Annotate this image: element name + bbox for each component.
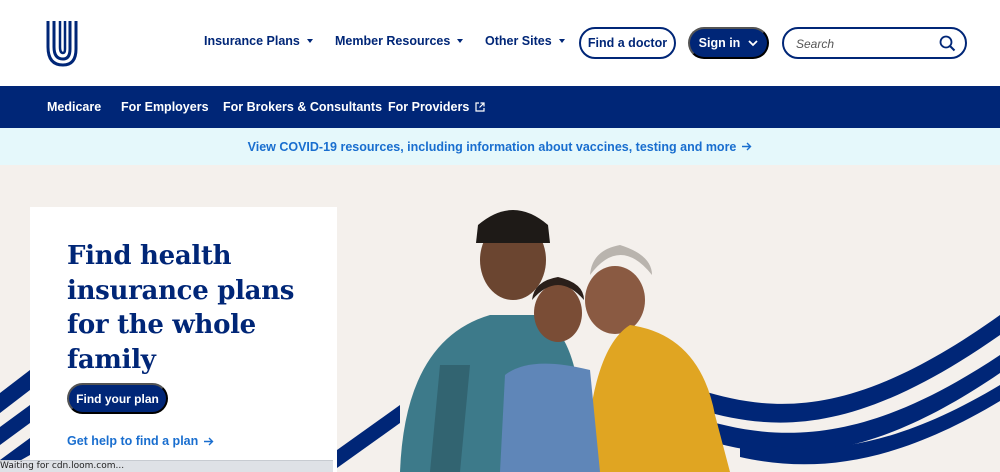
caret-down-icon — [457, 39, 464, 43]
search-box — [782, 27, 967, 59]
nav-member-resources-label: Member Resources — [335, 34, 451, 48]
top-header: Insurance Plans Member Resources Other S… — [0, 0, 1000, 86]
arrow-right-icon — [204, 437, 214, 445]
nav-member-resources[interactable]: Member Resources — [335, 34, 464, 48]
audience-medicare-link[interactable]: Medicare — [47, 100, 101, 114]
audience-providers-label: For Providers — [388, 100, 470, 114]
hero-section: Find health insurance plans for the whol… — [0, 165, 1000, 472]
covid-banner: View COVID-19 resources, including infor… — [0, 128, 1000, 165]
sign-in-label: Sign in — [698, 36, 741, 50]
audience-providers-link[interactable]: For Providers — [388, 100, 485, 114]
nav-insurance-plans-label: Insurance Plans — [204, 34, 300, 48]
get-help-label: Get help to find a plan — [67, 434, 199, 448]
caret-down-icon — [558, 39, 565, 43]
get-help-link[interactable]: Get help to find a plan — [67, 434, 214, 448]
search-input[interactable] — [796, 35, 936, 52]
browser-status-bar: Waiting for cdn.loom.com... — [0, 460, 333, 472]
hero-card: Find health insurance plans for the whol… — [30, 207, 337, 472]
nav-other-sites[interactable]: Other Sites — [485, 34, 565, 48]
audience-brokers-link[interactable]: For Brokers & Consultants — [223, 100, 382, 114]
nav-other-sites-label: Other Sites — [485, 34, 552, 48]
sign-in-button[interactable]: Sign in — [688, 27, 769, 59]
caret-down-icon — [306, 39, 313, 43]
covid-resources-link[interactable]: View COVID-19 resources, including infor… — [248, 140, 753, 154]
covid-resources-label: View COVID-19 resources, including infor… — [247, 139, 737, 154]
arrow-right-icon — [742, 142, 752, 151]
external-link-icon — [475, 102, 485, 112]
search-icon[interactable] — [939, 35, 956, 52]
uhc-logo-icon[interactable] — [46, 17, 78, 69]
audience-employers-link[interactable]: For Employers — [121, 100, 209, 114]
nav-insurance-plans[interactable]: Insurance Plans — [204, 34, 313, 48]
chevron-down-icon — [748, 39, 758, 46]
find-doctor-button[interactable]: Find a doctor — [579, 27, 676, 59]
find-your-plan-button[interactable]: Find your plan — [67, 383, 168, 414]
audience-nav: Medicare For Employers For Brokers & Con… — [0, 86, 1000, 128]
hero-title: Find health insurance plans for the whol… — [67, 241, 295, 375]
